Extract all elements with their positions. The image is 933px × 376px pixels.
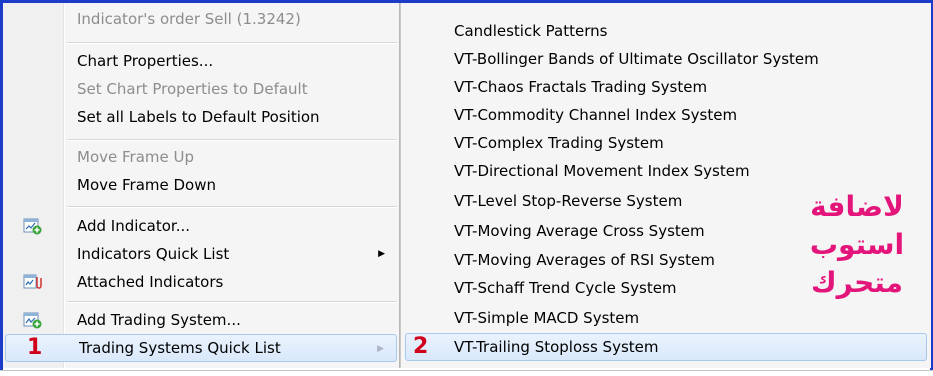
menu-item-label: Set Chart Properties to Default (77, 80, 308, 98)
submenu-item[interactable]: VT-Directional Movement Index System (401, 157, 931, 185)
menu-item-label: Set all Labels to Default Position (77, 108, 320, 126)
attached-indicators-icon (23, 274, 42, 289)
submenu-arrow-icon: ▶ (378, 249, 385, 259)
submenu-item-label: VT-Bollinger Bands of Ultimate Oscillato… (454, 50, 819, 68)
submenu-item[interactable]: Candlestick Patterns (401, 17, 931, 45)
menu-item-add-indicator[interactable]: Add Indicator... (3, 212, 397, 240)
submenu-item[interactable]: VT-Bollinger Bands of Ultimate Oscillato… (401, 45, 931, 73)
menu-item-chart-properties[interactable]: Chart Properties... (3, 47, 397, 75)
menu-item-move-frame-down[interactable]: Move Frame Down (3, 171, 397, 199)
menu-item-label: Indicators Quick List (77, 245, 230, 263)
menu-item-label: Add Trading System... (77, 311, 241, 329)
submenu-item-label: VT-Chaos Fractals Trading System (454, 78, 708, 96)
submenu-item[interactable]: VT-Chaos Fractals Trading System (401, 73, 931, 101)
menu-separator (67, 139, 397, 141)
step-2-annotation: 2 (413, 334, 429, 359)
submenu-item[interactable]: VT-Complex Trading System (401, 129, 931, 157)
menu-item-indicators-quick-list[interactable]: Indicators Quick List ▶ (3, 240, 397, 268)
menu-item-label: Attached Indicators (77, 273, 224, 291)
submenu-item-label: VT-Directional Movement Index System (454, 162, 750, 180)
submenu-item-label: VT-Complex Trading System (454, 134, 664, 152)
step-1-annotation: 1 (27, 335, 43, 360)
menu-item-move-frame-up: Move Frame Up (3, 143, 397, 171)
submenu-item-label: VT-Trailing Stoploss System (454, 338, 659, 356)
menu-item-set-chart-properties-default: Set Chart Properties to Default (3, 75, 397, 103)
arabic-annotation-line: استوب (809, 228, 905, 261)
menu-item-trading-systems-quick-list[interactable]: Trading Systems Quick List ▶ (5, 334, 397, 362)
menu-item-label: Add Indicator... (77, 217, 191, 235)
screenshot-bottom-edge (0, 370, 933, 376)
menu-separator (67, 301, 397, 303)
submenu-item-label: VT-Commodity Channel Index System (454, 106, 738, 124)
submenu-item-trailing-stoploss[interactable]: VT-Trailing Stoploss System (405, 333, 927, 361)
submenu-item-label: VT-Simple MACD System (454, 309, 640, 327)
menu-item-label: Indicator's order Sell (1.3242) (77, 10, 301, 28)
submenu-item-label: VT-Level Stop-Reverse System (454, 192, 683, 210)
menu-separator (67, 42, 397, 44)
menu-item-indicators-order: Indicator's order Sell (1.3242) (3, 5, 397, 33)
submenu-item-label: VT-Moving Average Cross System (454, 222, 705, 240)
submenu-item-label: VT-Schaff Trend Cycle System (454, 279, 677, 297)
menu-item-label: Chart Properties... (77, 52, 214, 70)
submenu-item[interactable]: VT-Simple MACD System (401, 304, 931, 332)
trading-systems-submenu: Candlestick Patterns VT-Bollinger Bands … (400, 3, 931, 368)
add-trading-system-icon (23, 312, 42, 329)
menu-item-label: Trading Systems Quick List (79, 339, 281, 357)
menu-item-label: Move Frame Up (77, 148, 194, 166)
arabic-annotation: لاضافة استوب متحرك (802, 188, 912, 302)
menu-item-label: Move Frame Down (77, 176, 216, 194)
menu-item-attached-indicators[interactable]: Attached Indicators (3, 268, 397, 296)
arabic-annotation-line: متحرك (810, 266, 904, 299)
context-menu: Indicator's order Sell (1.3242) Chart Pr… (3, 3, 400, 368)
submenu-item-label: VT-Moving Averages of RSI System (454, 251, 715, 269)
submenu-arrow-icon: ▶ (377, 344, 384, 354)
submenu-item[interactable]: VT-Commodity Channel Index System (401, 101, 931, 129)
add-indicator-icon (23, 218, 42, 235)
arabic-annotation-line: لاضافة (810, 190, 904, 223)
menu-item-add-trading-system[interactable]: Add Trading System... (3, 306, 397, 334)
submenu-item-label: Candlestick Patterns (454, 22, 608, 40)
menu-item-set-labels-default[interactable]: Set all Labels to Default Position (3, 103, 397, 131)
menu-separator (67, 206, 397, 208)
